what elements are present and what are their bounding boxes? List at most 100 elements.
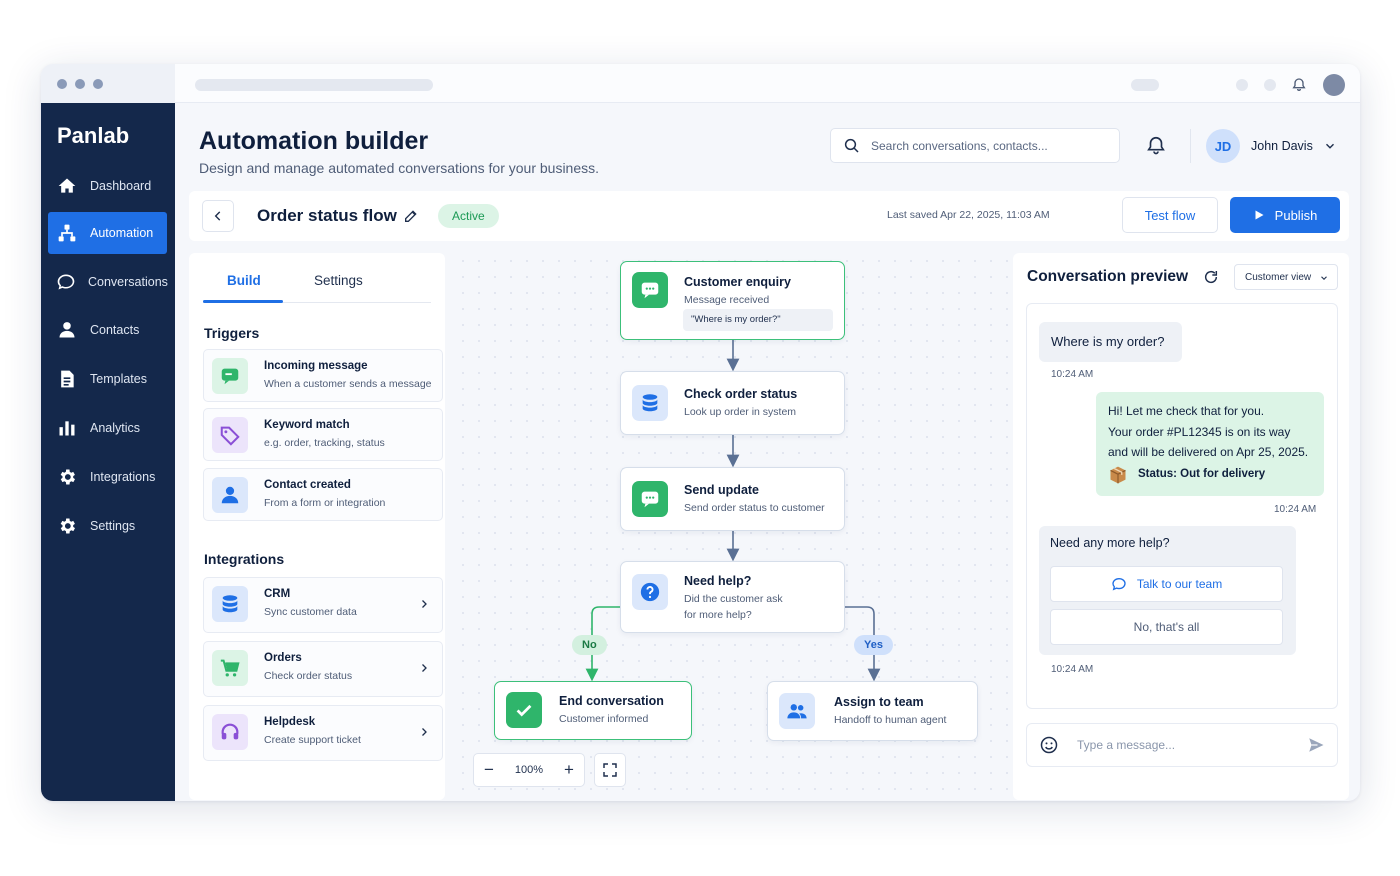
preview-title: Conversation preview — [1027, 268, 1189, 285]
sidebar-item-automation[interactable]: Automation — [48, 212, 167, 254]
test-flow-button[interactable]: Test flow — [1122, 197, 1218, 233]
message-time: 10:24 AM — [1051, 369, 1094, 380]
user-name[interactable]: John Davis — [1251, 139, 1313, 153]
refresh-icon[interactable] — [1203, 269, 1219, 285]
notification-bell-icon[interactable] — [1145, 135, 1167, 157]
sidebar-item-analytics[interactable]: Analytics — [48, 407, 167, 449]
document-icon — [56, 368, 78, 390]
bot-message-line: Hi! Let me check that for you. — [1108, 404, 1265, 418]
tab-settings[interactable]: Settings — [314, 273, 363, 288]
card-subtitle: e.g. order, tracking, status — [264, 437, 385, 449]
app-window: Panlab Dashboard Automation Conversation… — [41, 64, 1360, 801]
card-subtitle: Create support ticket — [264, 734, 361, 746]
sidebar-item-contacts[interactable]: Contacts — [48, 309, 167, 351]
no-thanks-button[interactable]: No, that's all — [1050, 609, 1283, 645]
chevron-right-icon — [422, 728, 427, 736]
emoji-icon[interactable] — [1039, 735, 1059, 755]
sidebar-item-dashboard[interactable]: Dashboard — [48, 165, 167, 207]
node-title: Check order status — [684, 387, 798, 401]
fit-view-button[interactable] — [594, 753, 626, 787]
order-status-text: Status: Out for delivery — [1138, 467, 1266, 480]
message-input[interactable] — [1077, 738, 1297, 752]
bar-chart-icon — [56, 417, 78, 439]
node-check-order-status[interactable]: Check order status Look up order in syst… — [620, 371, 845, 435]
card-title: Helpdesk — [264, 716, 316, 728]
play-icon — [1255, 210, 1264, 220]
address-bar[interactable] — [195, 79, 433, 91]
chevron-right-icon — [422, 600, 427, 608]
integration-card-helpdesk[interactable]: Helpdesk Create support ticket — [203, 705, 443, 761]
integrations-heading: Integrations — [204, 551, 285, 567]
database-icon — [212, 586, 248, 622]
trigger-card-contact-created[interactable]: Contact created From a form or integrati… — [203, 468, 443, 521]
node-title: Assign to team — [834, 695, 924, 709]
window-dot — [93, 79, 103, 89]
gear-icon — [56, 466, 78, 488]
chevron-left-icon — [214, 211, 221, 221]
trigger-card-incoming-message[interactable]: Incoming message When a customer sends a… — [203, 349, 443, 402]
question-icon — [632, 574, 668, 610]
trigger-card-keyword-match[interactable]: Keyword match e.g. order, tracking, stat… — [203, 408, 443, 461]
chevron-down-icon[interactable] — [1323, 139, 1337, 153]
node-need-help[interactable]: Need help? Did the customer ask for more … — [620, 561, 845, 633]
tab-build[interactable]: Build — [227, 273, 261, 288]
card-title: Incoming message — [264, 360, 368, 372]
sidebar-item-settings[interactable]: Settings — [48, 505, 167, 547]
flow-canvas[interactable]: Customer enquiry Message received "Where… — [455, 253, 1015, 800]
home-icon — [56, 175, 78, 197]
node-subtitle: Handoff to human agent — [834, 714, 947, 726]
publish-button[interactable]: Publish — [1230, 197, 1340, 233]
page-title: Automation builder — [199, 127, 429, 155]
bell-icon[interactable] — [1291, 77, 1307, 93]
main-content: Automation builder Design and manage aut… — [175, 103, 1360, 801]
chat-area: Where is my order? 10:24 AM Hi! Let me c… — [1026, 303, 1338, 709]
sidebar-item-templates[interactable]: Templates — [48, 358, 167, 400]
profile-avatar[interactable] — [1323, 74, 1345, 96]
user-avatar[interactable]: JD — [1206, 129, 1240, 163]
talk-to-team-button[interactable]: Talk to our team — [1050, 566, 1283, 602]
node-send-update[interactable]: Send update Send order status to custome… — [620, 467, 845, 531]
node-subtitle-line: for more help? — [684, 608, 752, 621]
branch-label-no: No — [572, 635, 607, 655]
bot-message-line: Your order #PL12345 is on its way — [1108, 424, 1291, 439]
message-composer — [1026, 723, 1338, 767]
view-select-value: Customer view — [1245, 271, 1312, 283]
sidebar-item-label: Contacts — [90, 323, 140, 337]
browser-bar — [175, 64, 1360, 103]
zoom-in-button[interactable]: + — [564, 760, 574, 780]
chrome-circle — [1264, 79, 1276, 91]
integration-card-orders[interactable]: Orders Check order status — [203, 641, 443, 697]
bot-message-line: and will be delivered on Apr 25, 2025. — [1108, 445, 1309, 460]
zoom-out-button[interactable]: − — [484, 760, 494, 780]
expand-icon — [603, 763, 617, 777]
view-select[interactable]: Customer view — [1234, 264, 1338, 290]
integration-card-crm[interactable]: CRM Sync customer data — [203, 577, 443, 633]
send-icon[interactable] — [1307, 736, 1325, 754]
node-end-conversation[interactable]: End conversation Customer informed — [494, 681, 692, 740]
chrome-pill — [1131, 79, 1159, 91]
header-divider — [1190, 129, 1191, 163]
card-subtitle: From a form or integration — [264, 497, 386, 509]
brand-logo: Panlab — [57, 123, 130, 148]
check-icon — [506, 692, 542, 728]
window-dot — [57, 79, 67, 89]
conversation-preview-panel: Conversation preview Customer view Where… — [1013, 253, 1349, 800]
search-input[interactable] — [871, 138, 1091, 153]
quick-reply-card: Need any more help? Talk to our team No,… — [1039, 526, 1296, 655]
sidebar-item-conversations[interactable]: Conversations — [48, 261, 168, 303]
option-label: No, that's all — [1133, 620, 1200, 634]
pencil-icon[interactable] — [403, 208, 419, 224]
page-subtitle: Design and manage automated conversation… — [199, 160, 600, 176]
node-title: End conversation — [559, 694, 664, 708]
node-customer-enquiry[interactable]: Customer enquiry Message received "Where… — [620, 261, 845, 340]
status-badge: Active — [438, 204, 499, 228]
option-label: Talk to our team — [1136, 577, 1223, 591]
sidebar-item-integrations[interactable]: Integrations — [48, 456, 167, 498]
back-button[interactable] — [202, 200, 234, 232]
node-title: Customer enquiry — [684, 275, 791, 289]
node-assign-to-team[interactable]: Assign to team Handoff to human agent — [767, 681, 978, 741]
chat-bubble-icon — [56, 271, 76, 293]
chevron-right-icon — [422, 664, 427, 672]
sidebar-item-label: Analytics — [90, 421, 141, 435]
search-box[interactable] — [830, 128, 1120, 163]
